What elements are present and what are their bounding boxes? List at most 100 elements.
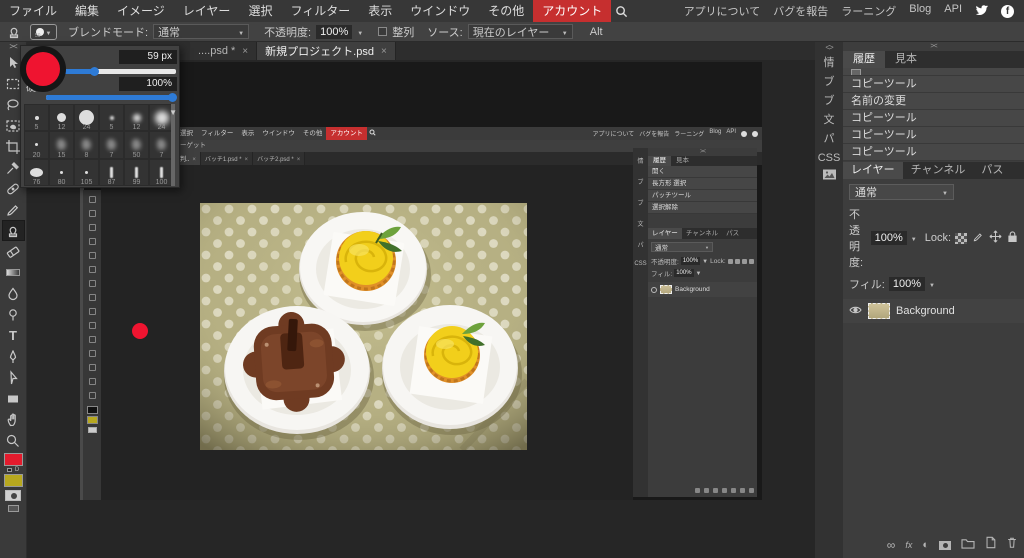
eraser-tool[interactable] — [2, 241, 25, 262]
menu-item[interactable]: ファイル — [0, 0, 66, 22]
facebook-icon[interactable]: f — [1001, 5, 1014, 18]
add-mask-icon[interactable] — [939, 541, 951, 550]
lock-paint-icon[interactable] — [972, 231, 984, 246]
hand-tool[interactable] — [2, 409, 25, 430]
menu-item[interactable]: その他 — [479, 0, 533, 22]
history-item[interactable]: コピーツール — [843, 110, 1024, 127]
slider-knob[interactable] — [90, 67, 99, 76]
layer-name[interactable]: Background — [896, 305, 955, 317]
image-panel-icon[interactable] — [822, 168, 837, 187]
layers-panel-tab[interactable]: パス — [973, 162, 1011, 179]
brush-preset[interactable]: 99 — [124, 159, 149, 186]
zoom-tool[interactable] — [2, 430, 25, 451]
layer-row[interactable]: Background — [843, 299, 1024, 323]
brush-preset[interactable]: 5 — [99, 104, 124, 131]
layer-blend-select[interactable]: 通常 — [849, 184, 954, 200]
gradient-tool[interactable] — [2, 262, 25, 283]
menu-item[interactable]: 選択 — [239, 0, 281, 22]
panel-tab[interactable]: 見本 — [885, 51, 927, 68]
swap-reset-colors[interactable]: D — [7, 466, 19, 474]
search-icon[interactable] — [615, 5, 628, 18]
brush-preset[interactable]: 24 — [74, 104, 99, 131]
delete-layer-icon[interactable] — [1006, 536, 1018, 554]
strip-panel-tab[interactable]: CSS — [818, 149, 841, 168]
rect-shape-tool[interactable] — [2, 388, 25, 409]
brush-preset[interactable]: 12 — [124, 104, 149, 131]
foreground-color-swatch[interactable] — [4, 453, 23, 466]
layer-effects-icon[interactable]: fx — [905, 540, 912, 550]
chevron-down-icon[interactable] — [357, 26, 363, 38]
history-item[interactable]: コピーツール — [843, 127, 1024, 144]
menu-item[interactable]: 編集 — [66, 0, 108, 22]
document-canvas[interactable]: 選択フィルター表示ウインドウその他アカウント アプリについてバグを報告ラーニング… — [80, 62, 762, 500]
panel-tab[interactable]: 履歴 — [843, 51, 885, 68]
brush-preset[interactable]: 15 — [49, 131, 74, 158]
menu-item[interactable]: アカウント — [533, 0, 611, 22]
layers-panel-tab[interactable]: レイヤー — [843, 162, 903, 179]
brush-preset[interactable]: 50 — [124, 131, 149, 158]
link-layers-icon[interactable]: ∞ — [887, 539, 896, 551]
menu-item[interactable]: 表示 — [359, 0, 401, 22]
blend-mode-select[interactable]: 通常 — [153, 24, 249, 39]
lock-position-icon[interactable] — [989, 230, 1002, 246]
hardness-value[interactable]: 100% — [119, 77, 177, 91]
layer-thumbnail[interactable] — [868, 303, 890, 319]
dodge-tool[interactable] — [2, 304, 25, 325]
layer-opacity-value[interactable]: 100% — [871, 231, 907, 245]
menu-item[interactable]: ウインドウ — [401, 0, 479, 22]
slider-knob[interactable] — [168, 93, 177, 102]
quick-mask-button[interactable] — [5, 490, 21, 501]
close-icon[interactable] — [242, 46, 248, 57]
menu-item[interactable]: フィルター — [281, 0, 359, 22]
collapse-toolbar-icon[interactable]: >< — [9, 42, 16, 52]
brush-preset[interactable]: 20 — [24, 131, 49, 158]
header-link[interactable]: API — [944, 3, 962, 19]
brush-preset-button[interactable]: 59 — [30, 24, 57, 40]
document-tab[interactable]: ....psd * — [190, 42, 257, 60]
brush-preset[interactable]: 7 — [99, 131, 124, 158]
menu-item[interactable]: イメージ — [108, 0, 174, 22]
header-link[interactable]: アプリについて — [684, 3, 761, 19]
clone-stamp-tool[interactable] — [2, 220, 25, 241]
hardness-slider[interactable] — [46, 95, 176, 100]
brush-preset[interactable]: 8 — [74, 131, 99, 158]
header-link[interactable]: バグを報告 — [773, 3, 828, 19]
collapse-panel-icon[interactable]: >< — [843, 42, 1024, 51]
screen-mode-button[interactable] — [8, 505, 19, 512]
brush-size-value[interactable]: 59 px — [119, 50, 177, 64]
brush-preset[interactable]: 12 — [49, 104, 74, 131]
lock-transparency-icon[interactable] — [955, 233, 967, 244]
source-select[interactable]: 現在のレイヤー — [468, 24, 573, 39]
history-item[interactable]: コピーツール — [843, 76, 1024, 93]
strip-panel-tab[interactable]: ブ — [824, 92, 835, 111]
strip-panel-tab[interactable]: パ — [824, 130, 835, 149]
history-item[interactable]: コピーツール — [843, 144, 1024, 161]
path-select-tool[interactable] — [2, 367, 25, 388]
history-item-partial[interactable] — [843, 68, 1024, 76]
eye-icon[interactable] — [849, 305, 862, 318]
chevron-down-icon[interactable] — [169, 108, 177, 117]
expand-panels-icon[interactable]: <> — [825, 42, 832, 54]
close-icon[interactable] — [381, 46, 387, 57]
menu-item[interactable]: レイヤー — [174, 0, 240, 22]
brush-preset[interactable]: 5 — [24, 104, 49, 131]
new-group-icon[interactable] — [961, 536, 975, 554]
brush-preset[interactable]: 87 — [99, 159, 124, 186]
brush-preset[interactable]: 80 — [49, 159, 74, 186]
strip-panel-tab[interactable]: ブ — [824, 73, 835, 92]
pen-tool[interactable] — [2, 346, 25, 367]
document-tab[interactable]: 新規プロジェクト.psd — [257, 42, 396, 60]
header-link[interactable]: ラーニング — [841, 3, 896, 19]
header-link[interactable]: Blog — [909, 3, 931, 19]
type-tool[interactable]: T — [2, 325, 25, 346]
blur-tool[interactable] — [2, 283, 25, 304]
adjustment-icon[interactable]: ◐ — [922, 540, 929, 551]
lock-all-icon[interactable] — [1007, 230, 1018, 246]
brush-preset[interactable]: 76 — [24, 159, 49, 186]
brush-preset[interactable]: 105 — [74, 159, 99, 186]
background-color-swatch[interactable] — [4, 474, 23, 487]
opacity-value[interactable]: 100% — [316, 25, 352, 39]
fill-value[interactable]: 100% — [889, 277, 925, 291]
align-checkbox[interactable] — [378, 27, 387, 36]
history-item[interactable]: 名前の変更 — [843, 93, 1024, 110]
